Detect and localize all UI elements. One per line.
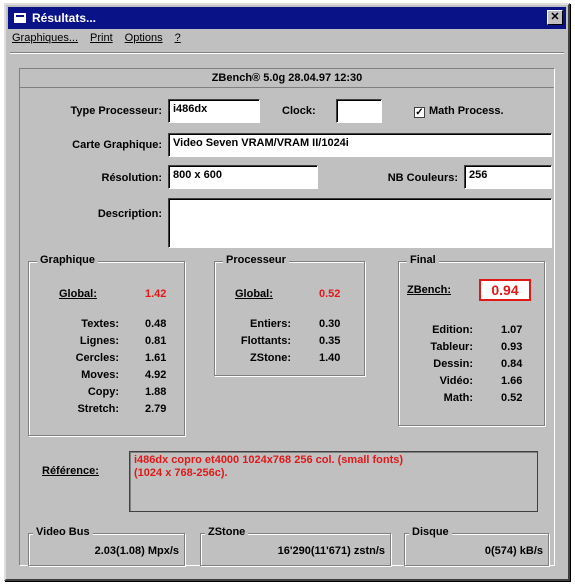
final-video-value: 1.66	[501, 375, 523, 387]
final-tableur-label: Tableur:	[430, 341, 473, 353]
reference-label: Référence:	[42, 465, 99, 477]
final-math-label: Math:	[443, 392, 473, 404]
menu-separator	[10, 52, 564, 54]
zbench-value: 0.94	[479, 279, 531, 301]
graphique-stretch-label: Stretch:	[77, 403, 119, 415]
processeur-global-value: 0.52	[319, 288, 341, 300]
nb-couleurs-label: NB Couleurs:	[387, 172, 458, 184]
processeur-group: Processeur Global: 0.52 Entiers: 0.30 Fl…	[214, 254, 366, 377]
graphique-group: Graphique Global: 1.42 Textes: 0.48 Lign…	[28, 254, 186, 437]
video-bus-group: Video Bus 2.03(1.08) Mpx/s	[28, 526, 186, 567]
processeur-entiers-label: Entiers:	[250, 318, 291, 330]
carte-graphique-field[interactable]: Video Seven VRAM/VRAM II/1024i	[168, 133, 552, 157]
graphique-moves-label: Moves:	[81, 369, 119, 381]
processeur-zstone-value: 1.40	[319, 352, 341, 364]
math-process-label: Math Process.	[429, 105, 504, 117]
type-processeur-field[interactable]: i486dx	[168, 99, 260, 123]
final-tableur-value: 0.93	[501, 341, 523, 353]
zbench-label: ZBench:	[407, 284, 451, 296]
zbench-header: ZBench® 5.0g 28.04.97 12:30	[20, 69, 554, 88]
graphique-cercles-value: 1.61	[145, 352, 167, 364]
carte-graphique-label: Carte Graphique:	[72, 139, 162, 151]
final-video-label: Vidéo:	[439, 375, 473, 387]
processeur-entiers-value: 0.30	[319, 318, 341, 330]
menu-print[interactable]: Print	[90, 32, 113, 50]
processeur-title: Processeur	[223, 254, 289, 266]
results-panel: ZBench® 5.0g 28.04.97 12:30 Type Process…	[19, 68, 555, 567]
disque-value: 0(574) kB/s	[484, 545, 543, 557]
processeur-zstone-label: ZStone:	[250, 352, 291, 364]
graphique-lignes-label: Lignes:	[79, 335, 119, 347]
graphique-global-value: 1.42	[145, 288, 167, 300]
math-process-check-icon[interactable]: ✓	[414, 107, 425, 118]
zstone-value: 16'290(11'671) zstn/s	[277, 545, 385, 557]
close-button[interactable]: ✕	[547, 10, 563, 25]
graphique-cercles-label: Cercles:	[75, 352, 119, 364]
window-title: Résultats...	[32, 11, 97, 25]
clock-label: Clock:	[282, 105, 316, 117]
processeur-flottants-label: Flottants:	[240, 335, 291, 347]
graphique-lignes-value: 0.81	[145, 335, 167, 347]
menu-graphiques[interactable]: Graphiques...	[12, 32, 78, 50]
graphique-copy-value: 1.88	[145, 386, 167, 398]
description-field[interactable]	[168, 198, 552, 248]
type-processeur-label: Type Processeur:	[70, 105, 162, 117]
final-dessin-value: 0.84	[501, 358, 523, 370]
final-group: Final ZBench: 0.94 Edition: 1.07 Tableur…	[398, 254, 546, 427]
clock-field[interactable]	[336, 99, 382, 123]
results-window: Résultats... ✕ Graphiques... Print Optio…	[4, 3, 570, 581]
graphique-textes-value: 0.48	[145, 318, 167, 330]
graphique-copy-label: Copy:	[87, 386, 119, 398]
math-process-checkbox[interactable]: ✓ Math Process.	[414, 105, 504, 118]
video-bus-value: 2.03(1.08) Mpx/s	[94, 545, 179, 557]
graphique-stretch-value: 2.79	[145, 403, 167, 415]
processeur-global-label: Global:	[235, 288, 273, 300]
graphique-global-label: Global:	[59, 288, 97, 300]
final-edition-label: Edition:	[432, 324, 473, 336]
graphique-title: Graphique	[37, 254, 99, 266]
menu-options[interactable]: Options	[125, 32, 163, 50]
description-label: Description:	[97, 208, 162, 220]
title-bar[interactable]: Résultats... ✕	[8, 7, 566, 29]
resolution-label: Résolution:	[101, 172, 163, 184]
final-title: Final	[407, 254, 439, 266]
reference-line-2: (1024 x 768-256c).	[134, 467, 228, 479]
resolution-field[interactable]: 800 x 600	[168, 165, 318, 189]
system-menu-icon[interactable]	[14, 13, 26, 23]
disque-group: Disque 0(574) kB/s	[404, 526, 550, 567]
nb-couleurs-field[interactable]: 256	[464, 165, 552, 189]
menu-help[interactable]: ?	[175, 32, 181, 50]
graphique-moves-value: 4.92	[145, 369, 167, 381]
zstone-title: ZStone	[205, 526, 249, 538]
video-bus-title: Video Bus	[33, 526, 93, 538]
disque-title: Disque	[409, 526, 452, 538]
menu-bar: Graphiques... Print Options ?	[12, 32, 181, 50]
final-math-value: 0.52	[501, 392, 523, 404]
reference-box: i486dx copro et4000 1024x768 256 col. (s…	[129, 451, 538, 512]
graphique-textes-label: Textes:	[81, 318, 119, 330]
processeur-flottants-value: 0.35	[319, 335, 341, 347]
final-dessin-label: Dessin:	[433, 358, 473, 370]
zstone-group: ZStone 16'290(11'671) zstn/s	[200, 526, 392, 567]
final-edition-value: 1.07	[501, 324, 523, 336]
reference-line-1: i486dx copro et4000 1024x768 256 col. (s…	[134, 454, 404, 466]
